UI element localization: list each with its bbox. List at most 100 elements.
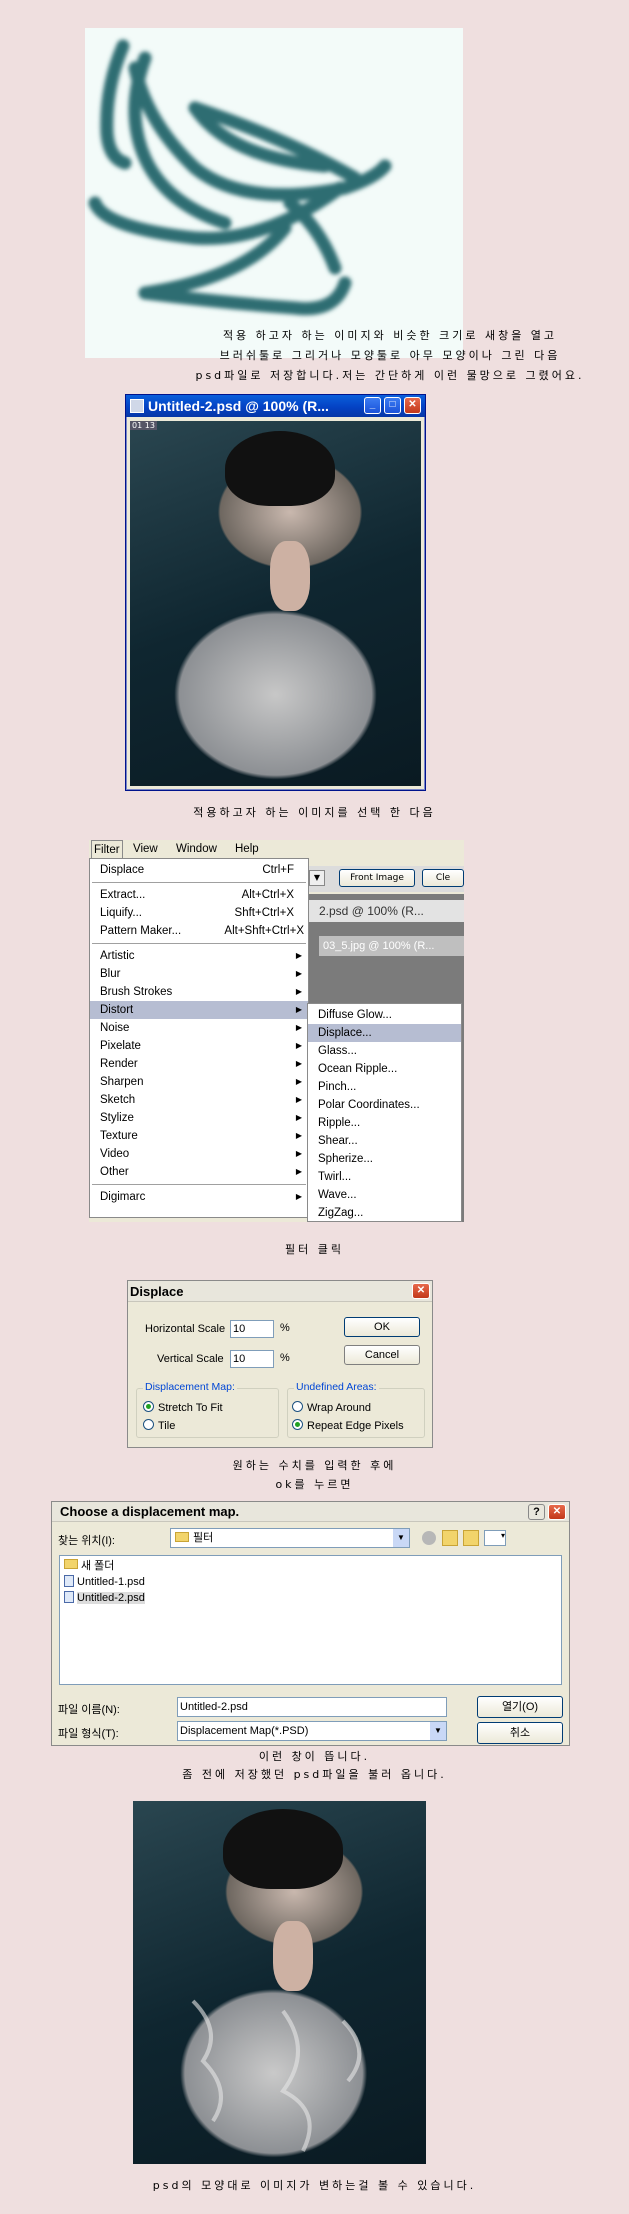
folder-icon xyxy=(64,1559,78,1569)
submenu-item-ripple[interactable]: Ripple... xyxy=(308,1114,461,1132)
look-in-dropdown[interactable]: 필터 ▼ xyxy=(170,1528,410,1548)
caption-step4-line1: 원하는 수치를 입력한 후에 xyxy=(232,1459,397,1472)
menu-item-render[interactable]: Render ▶ xyxy=(90,1055,308,1073)
stretch-to-fit-radio[interactable]: Stretch To Fit xyxy=(143,1401,223,1414)
menu-item-sketch[interactable]: Sketch ▶ xyxy=(90,1091,308,1109)
close-button[interactable]: ✕ xyxy=(404,397,421,414)
submenu-item-twirl[interactable]: Twirl... xyxy=(308,1168,461,1186)
chevron-down-icon[interactable]: ▼ xyxy=(393,1529,409,1547)
vertical-scale-input[interactable]: 10 xyxy=(230,1350,274,1368)
view-menu-icon[interactable]: ▾ xyxy=(484,1530,506,1546)
menu-item-artistic[interactable]: Artistic ▶ xyxy=(90,947,308,965)
portrait-image xyxy=(130,421,421,786)
displace-dialog: Displace ✕ Horizontal Scale 10 % Vertica… xyxy=(127,1280,433,1448)
close-button[interactable]: ✕ xyxy=(548,1504,566,1520)
brush-shape-canvas xyxy=(85,28,463,358)
chevron-down-icon[interactable]: ▼ xyxy=(430,1722,446,1740)
submenu-item-displace[interactable]: Displace... xyxy=(308,1024,461,1042)
menu-item-noise[interactable]: Noise ▶ xyxy=(90,1019,308,1037)
menu-item-sharpen[interactable]: Sharpen ▶ xyxy=(90,1073,308,1091)
menu-item-texture[interactable]: Texture ▶ xyxy=(90,1127,308,1145)
up-folder-icon[interactable] xyxy=(442,1530,458,1546)
menu-filter[interactable]: Filter xyxy=(91,840,123,859)
horizontal-scale-label: Horizontal Scale xyxy=(145,1323,226,1335)
tile-radio[interactable]: Tile xyxy=(143,1419,175,1432)
ok-button[interactable]: OK xyxy=(344,1317,420,1337)
maximize-button[interactable]: □ xyxy=(384,397,401,414)
menu-separator xyxy=(92,1184,306,1185)
submenu-arrow-icon: ▶ xyxy=(295,1149,302,1158)
menu-window[interactable]: Window xyxy=(176,840,217,858)
submenu-item-glass[interactable]: Glass... xyxy=(308,1042,461,1060)
close-button[interactable]: ✕ xyxy=(412,1283,430,1299)
front-image-button[interactable]: Front Image xyxy=(339,869,415,887)
submenu-arrow-icon: ▶ xyxy=(295,969,302,978)
menu-item-video[interactable]: Video ▶ xyxy=(90,1145,308,1163)
options-bar: ▼ Front Image Cle xyxy=(309,866,464,892)
menu-item-pixelate[interactable]: Pixelate ▶ xyxy=(90,1037,308,1055)
menu-item-pattern-maker[interactable]: Pattern Maker... Alt+Shft+Ctrl+X xyxy=(90,922,308,940)
new-folder-icon[interactable] xyxy=(463,1530,479,1546)
open-dialog-titlebar[interactable]: Choose a displacement map. ? ✕ xyxy=(52,1502,569,1522)
file-item-new-folder[interactable]: 새 폴더 xyxy=(64,1558,557,1574)
open-button[interactable]: 열기(O) xyxy=(477,1696,563,1718)
document-window-title: Untitled-2.psd @ 100% (R... xyxy=(148,398,329,414)
open-dialog-title: Choose a displacement map. xyxy=(60,1504,240,1519)
radio-checked-icon xyxy=(292,1419,303,1430)
submenu-item-wave[interactable]: Wave... xyxy=(308,1186,461,1204)
submenu-item-polar-coordinates[interactable]: Polar Coordinates... xyxy=(308,1096,461,1114)
caption-step1-line1: 적용 하고자 하는 이미지와 비슷한 크기로 새창을 열고 xyxy=(222,329,558,342)
photoshop-menu-screenshot: Filter View Window Help ▼ Front Image Cl… xyxy=(89,840,464,1222)
menu-item-other[interactable]: Other ▶ xyxy=(90,1163,308,1181)
submenu-item-shear[interactable]: Shear... xyxy=(308,1132,461,1150)
caption-step1-line3: psd파일로 저장합니다.저는 간단하게 이런 물망으로 그렸어요. xyxy=(195,369,585,382)
repeat-edge-pixels-radio[interactable]: Repeat Edge Pixels xyxy=(292,1419,404,1432)
wrap-around-radio[interactable]: Wrap Around xyxy=(292,1401,371,1414)
menu-item-distort[interactable]: Distort ▶ xyxy=(90,1001,308,1019)
back-icon[interactable] xyxy=(422,1531,436,1545)
submenu-item-ocean-ripple[interactable]: Ocean Ripple... xyxy=(308,1060,461,1078)
menu-item-blur[interactable]: Blur ▶ xyxy=(90,965,308,983)
submenu-item-spherize[interactable]: Spherize... xyxy=(308,1150,461,1168)
menu-item-liquify[interactable]: Liquify... Shft+Ctrl+X xyxy=(90,904,308,922)
psd-file-icon xyxy=(64,1591,74,1603)
menu-item-digimarc[interactable]: Digimarc ▶ xyxy=(90,1188,308,1206)
submenu-arrow-icon: ▶ xyxy=(295,1059,302,1068)
submenu-item-diffuse-glow[interactable]: Diffuse Glow... xyxy=(308,1006,461,1024)
horizontal-unit: % xyxy=(280,1322,290,1334)
caption-step5-line2: 좀 전에 저장했던 psd파일을 불러 옵니다. xyxy=(182,1768,447,1781)
menu-item-brush-strokes[interactable]: Brush Strokes ▶ xyxy=(90,983,308,1001)
cancel-button[interactable]: 취소 xyxy=(477,1722,563,1744)
help-button[interactable]: ? xyxy=(528,1504,545,1520)
filetype-dropdown[interactable]: Displacement Map(*.PSD) ▼ xyxy=(177,1721,447,1741)
menu-item-extract[interactable]: Extract... Alt+Ctrl+X xyxy=(90,886,308,904)
displace-dialog-titlebar[interactable]: Displace ✕ xyxy=(128,1281,432,1302)
clear-button[interactable]: Cle xyxy=(422,869,464,887)
caption-step5-line1: 이런 창이 뜹니다. xyxy=(258,1750,371,1763)
document-window-titlebar[interactable]: Untitled-2.psd @ 100% (R... _ □ ✕ xyxy=(126,395,425,417)
submenu-arrow-icon: ▶ xyxy=(295,1077,302,1086)
undefined-areas-group: Undefined Areas: Wrap Around Repeat Edge… xyxy=(287,1381,425,1438)
menu-item-stylize[interactable]: Stylize ▶ xyxy=(90,1109,308,1127)
horizontal-scale-input[interactable]: 10 xyxy=(230,1320,274,1338)
psd-file-icon xyxy=(64,1575,74,1587)
menu-view[interactable]: View xyxy=(133,840,158,858)
menu-help[interactable]: Help xyxy=(235,840,259,858)
result-hand xyxy=(273,1921,313,1991)
radio-unchecked-icon xyxy=(292,1401,303,1412)
filename-input[interactable]: Untitled-2.psd xyxy=(177,1697,447,1717)
document-badge: 01 13 xyxy=(130,421,157,430)
menu-item-displace[interactable]: Displace Ctrl+F xyxy=(90,861,308,879)
cancel-button[interactable]: Cancel xyxy=(344,1345,420,1365)
submenu-item-pinch[interactable]: Pinch... xyxy=(308,1078,461,1096)
dropdown-arrow-icon[interactable]: ▼ xyxy=(309,870,325,886)
minimize-button[interactable]: _ xyxy=(364,397,381,414)
file-item-untitled-1[interactable]: Untitled-1.psd xyxy=(64,1574,557,1590)
vertical-scale-label: Vertical Scale xyxy=(157,1353,224,1365)
undefined-areas-group-label: Undefined Areas: xyxy=(294,1381,379,1393)
caption-step1: 적용 하고자 하는 이미지와 비슷한 크기로 새창을 열고 브러쉬툴로 그리거나… xyxy=(150,326,629,386)
submenu-arrow-icon: ▶ xyxy=(295,1192,302,1201)
submenu-arrow-icon: ▶ xyxy=(295,951,302,960)
submenu-item-zigzag[interactable]: ZigZag... xyxy=(308,1204,461,1222)
file-item-untitled-2[interactable]: Untitled-2.psd xyxy=(64,1590,557,1606)
